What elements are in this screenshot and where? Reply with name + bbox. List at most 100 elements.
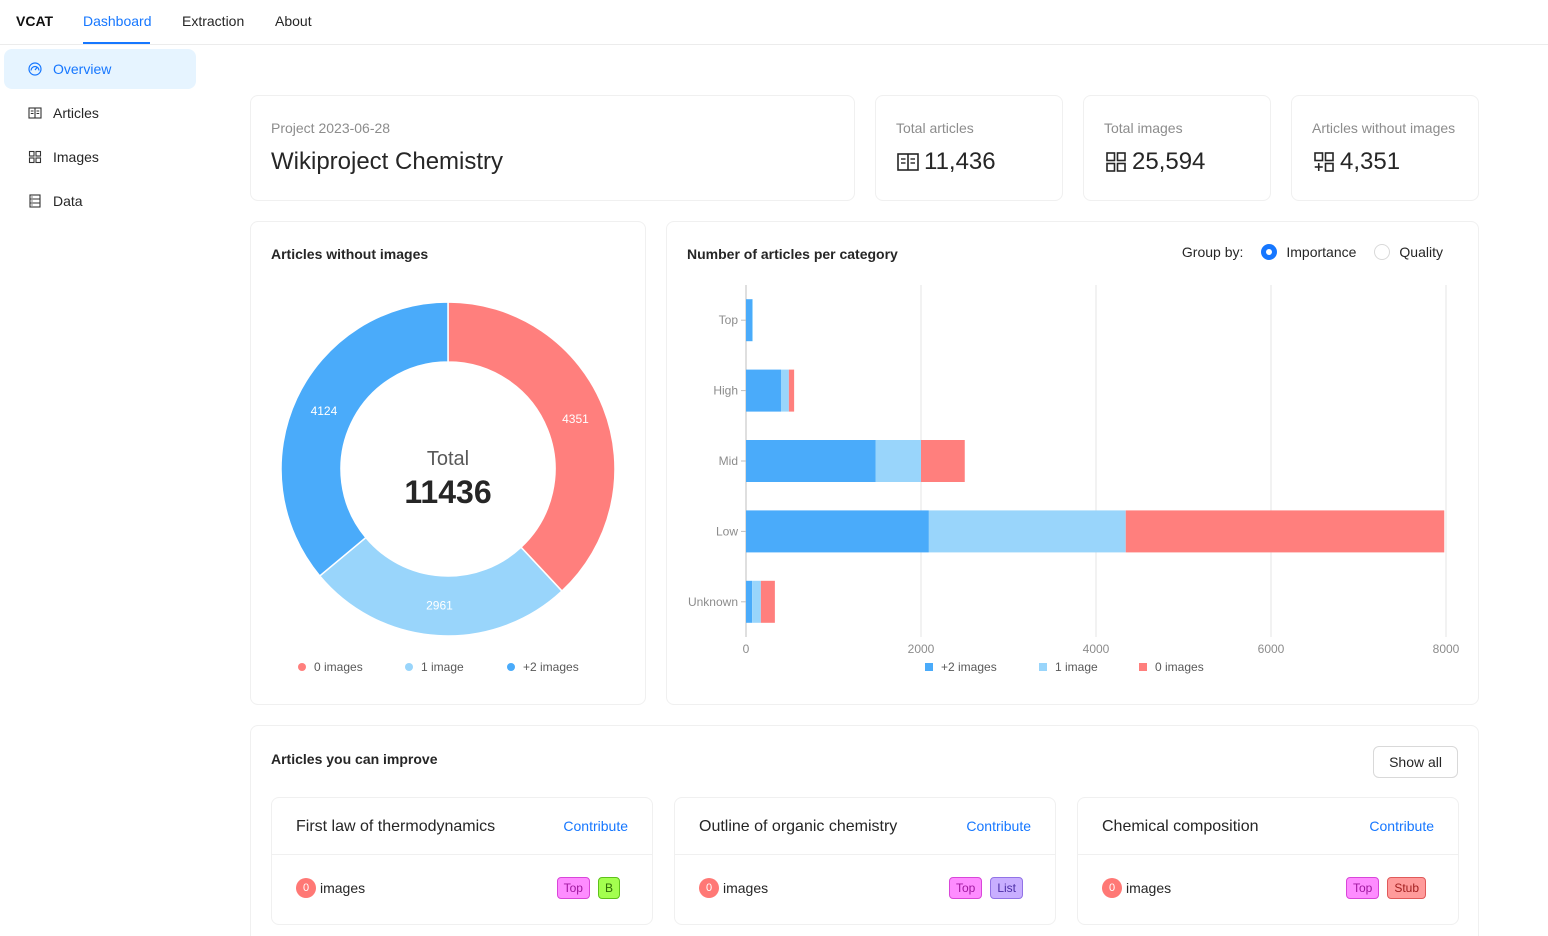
bar-segment: [746, 299, 753, 342]
article-title: First law of thermodynamics: [296, 818, 496, 835]
project-title: Wikiproject Chemistry: [271, 148, 504, 175]
donut-slice-label: 2961: [426, 599, 453, 613]
stat-value: 11,436: [896, 148, 996, 176]
legend-swatch: [298, 663, 306, 671]
contribute-link[interactable]: Contribute: [1369, 818, 1434, 834]
stat-card-total-articles: Total articles 11,436: [875, 95, 1063, 201]
tab-dashboard[interactable]: Dashboard: [83, 13, 152, 29]
legend-item[interactable]: 1 image: [1039, 660, 1098, 674]
donut-slice: [318, 536, 564, 637]
project-date: Project 2023-06-28: [271, 120, 391, 136]
bar-segment: [921, 440, 965, 482]
active-tab-indicator: [83, 42, 150, 44]
donut-slice: [280, 301, 449, 578]
sidebar-item-articles[interactable]: Articles: [4, 93, 196, 133]
legend-label: +2 images: [941, 660, 997, 674]
legend-item[interactable]: +2 images: [925, 660, 997, 674]
sidebar-item-images[interactable]: Images: [4, 137, 196, 177]
show-all-button[interactable]: Show all: [1373, 746, 1458, 778]
contribute-link[interactable]: Contribute: [966, 818, 1031, 834]
card-title: Articles you can improve: [271, 751, 438, 767]
donut-slice-label: 4351: [562, 412, 589, 426]
importance-tag: Top: [1345, 877, 1380, 899]
card-title: Number of articles per category: [687, 246, 898, 262]
legend-label: 1 image: [421, 660, 464, 674]
legend-item[interactable]: 1 image: [405, 660, 464, 674]
sidebar-item-label: Articles: [53, 105, 99, 121]
bar-segment: [746, 580, 753, 623]
quality-tag: Stub: [1387, 877, 1426, 899]
legend-item[interactable]: 0 images: [1139, 660, 1204, 674]
bar-chart: 0 2000 4000 6000 8000 Top High Mid Low Unknown: [688, 285, 1460, 656]
image-count: 0 images: [1102, 878, 1171, 898]
bar-segment: [746, 510, 929, 553]
donut-center-label: Total: [427, 448, 469, 470]
radio-label: Quality: [1399, 244, 1443, 260]
bar-segment: [928, 510, 1126, 553]
y-tick-label: Unknown: [688, 595, 738, 609]
bar-segment: [746, 440, 876, 482]
article-card-header: First law of thermodynamics Contribute: [272, 798, 652, 855]
stat-card-no-images: Articles without images 4,351: [1291, 95, 1479, 201]
grid-icon: [1106, 152, 1126, 172]
image-count-label: images: [320, 880, 366, 896]
radio-importance[interactable]: Importance: [1261, 244, 1356, 260]
legend-swatch: [1139, 663, 1147, 671]
improve-card: Articles you can improve Show all First …: [250, 725, 1479, 936]
tag-list: Top List: [941, 877, 1023, 899]
image-count-label: images: [1126, 880, 1172, 896]
book-icon: [897, 153, 919, 171]
quality-tag: B: [597, 877, 620, 899]
sidebar-item-overview[interactable]: Overview: [4, 49, 196, 89]
bar-card: Number of articles per category Group by…: [666, 221, 1479, 705]
stat-label: Articles without images: [1312, 120, 1456, 136]
radio-label: Importance: [1286, 244, 1357, 260]
y-tick-label: Low: [716, 524, 738, 538]
radio-quality[interactable]: Quality: [1374, 244, 1443, 260]
image-count-badge: 0: [296, 878, 316, 898]
legend-label: 0 images: [1155, 660, 1204, 674]
donut-slice: [447, 301, 616, 593]
x-tick-label: 2000: [908, 642, 935, 656]
tab-about[interactable]: About: [275, 13, 312, 29]
stat-value: 25,594: [1104, 148, 1205, 176]
tab-extraction[interactable]: Extraction: [182, 13, 244, 29]
article-card-header: Outline of organic chemistry Contribute: [675, 798, 1055, 855]
bar-segment: [760, 580, 775, 623]
x-tick-label: 4000: [1083, 642, 1110, 656]
tag-list: Top B: [549, 877, 620, 899]
sidebar-item-data[interactable]: Data: [4, 181, 196, 221]
legend-item[interactable]: 0 images: [298, 660, 363, 674]
radio-dot: [1261, 244, 1278, 260]
book-icon: [27, 105, 43, 121]
bar-segment: [746, 369, 781, 412]
grid-icon: [27, 149, 43, 165]
group-by-label: Group by:: [1181, 244, 1244, 260]
dashboard-icon: [27, 61, 43, 77]
contribute-link[interactable]: Contribute: [563, 818, 628, 834]
y-tick-label: Top: [719, 313, 739, 327]
bar-segment: [752, 299, 753, 342]
sidebar-item-label: Images: [53, 149, 99, 165]
y-tick-label: Mid: [719, 454, 738, 468]
article-card-header: Chemical composition Contribute: [1078, 798, 1458, 855]
image-count: 0 images: [699, 878, 768, 898]
database-icon: [27, 193, 43, 209]
legend-item[interactable]: +2 images: [507, 660, 579, 674]
stat-label: Total articles: [896, 120, 974, 136]
article-title: Chemical composition: [1102, 818, 1259, 835]
legend-label: +2 images: [523, 660, 579, 674]
legend-swatch: [507, 663, 515, 671]
brand-logo[interactable]: VCAT: [16, 13, 53, 29]
article-card: Outline of organic chemistry Contribute …: [674, 797, 1056, 925]
image-count-badge: 0: [699, 878, 719, 898]
article-card: Chemical composition Contribute 0 images…: [1077, 797, 1459, 925]
legend-label: 1 image: [1055, 660, 1098, 674]
bar-segment: [875, 440, 921, 482]
sidebar-item-label: Overview: [53, 61, 112, 77]
bar-segment: [752, 580, 761, 623]
donut-slice-label: 4124: [311, 404, 338, 418]
group-by-control: Group by: Importance Quality: [1182, 244, 1443, 260]
x-tick-label: 8000: [1433, 642, 1460, 656]
card-title: Articles without images: [271, 246, 429, 262]
